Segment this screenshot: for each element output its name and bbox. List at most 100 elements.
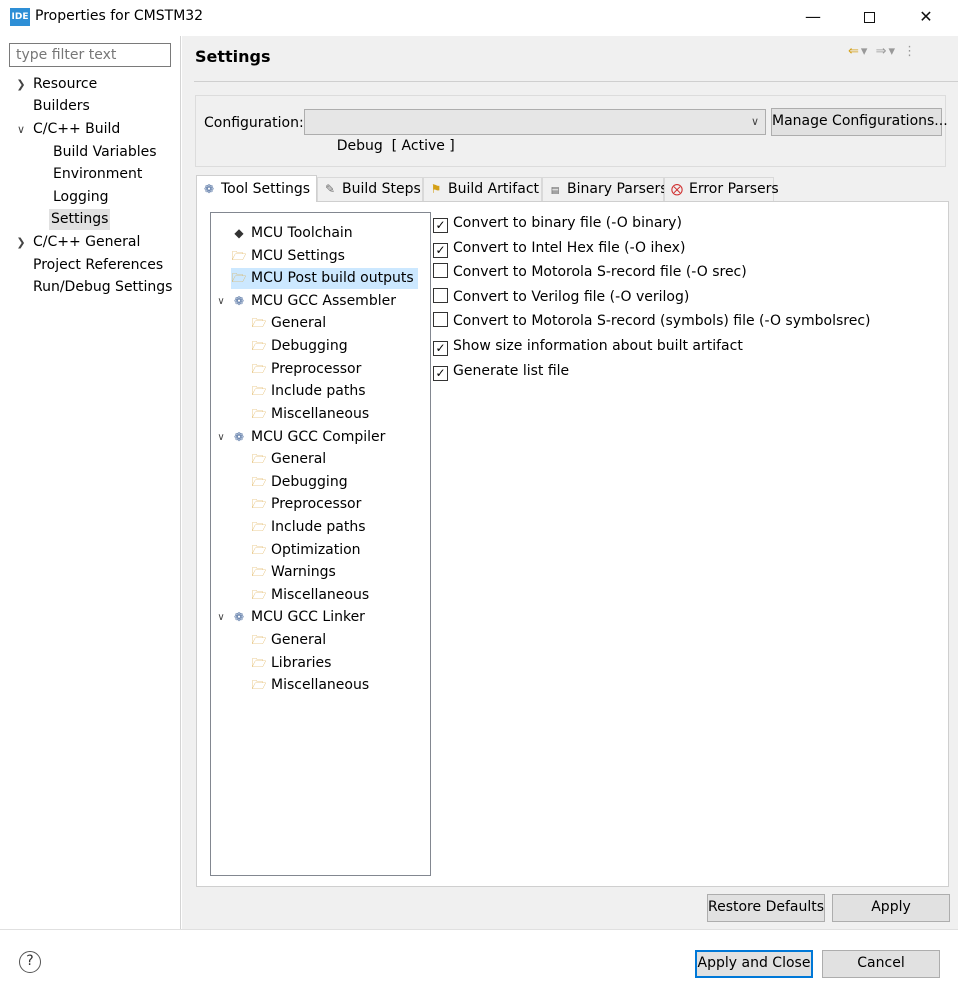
forward-dropdown-icon[interactable]: ▾ xyxy=(888,44,897,59)
tree-item-assembler-debugging[interactable]: 🗁 Debugging xyxy=(251,336,352,357)
tool-settings-panel: ◆ MCU Toolchain 🗁 MCU Settings 🗁 MCU Post b… xyxy=(196,201,949,887)
filter-input[interactable] xyxy=(9,43,171,67)
tree-item-linker-miscellaneous[interactable]: 🗁 Miscellaneous xyxy=(251,675,373,696)
back-dropdown-icon[interactable]: ▾ xyxy=(861,44,870,59)
tab-tool-settings[interactable]: ❁ Tool Settings xyxy=(196,175,317,202)
tree-item-mcu-gcc-compiler[interactable]: ❁ MCU GCC Compiler xyxy=(231,427,389,448)
help-icon[interactable]: ? xyxy=(19,951,41,973)
tree-item-mcu-post-build-outputs[interactable]: 🗁 MCU Post build outputs xyxy=(231,268,418,289)
folder-icon: 🗁 xyxy=(251,543,267,557)
tab-build-steps[interactable]: ✎ Build Steps xyxy=(317,177,423,201)
option-convert-symbolsrec[interactable]: Convert to Motorola S-record (symbols) f… xyxy=(433,310,871,332)
nav-item-cpp-build[interactable]: C/C++ Build xyxy=(31,119,122,140)
nav-item-environment[interactable]: Environment xyxy=(51,164,144,185)
tree-item-assembler-miscellaneous[interactable]: 🗁 Miscellaneous xyxy=(251,404,373,425)
cancel-button[interactable]: Cancel xyxy=(822,950,940,978)
checkbox-unchecked[interactable] xyxy=(433,312,448,327)
build-artifact-icon: ⚑ xyxy=(430,182,442,196)
tree-item-compiler-general[interactable]: 🗁 General xyxy=(251,449,330,470)
configuration-select[interactable]: Debug [ Active ] ∨ xyxy=(304,109,766,154)
tree-item-compiler-include-paths[interactable]: 🗁 Include paths xyxy=(251,517,370,538)
nav-item-builders[interactable]: Builders xyxy=(31,96,92,117)
folder-icon: 🗁 xyxy=(251,407,267,421)
tree-item-compiler-debugging[interactable]: 🗁 Debugging xyxy=(251,472,352,493)
option-convert-verilog[interactable]: Convert to Verilog file (-O verilog) xyxy=(433,286,689,308)
page-title: Settings xyxy=(195,47,271,66)
tree-item-mcu-gcc-linker[interactable]: ❁ MCU GCC Linker xyxy=(231,607,369,628)
configuration-value: Debug [ Active ] xyxy=(336,138,455,154)
checkbox-checked[interactable]: ✓ xyxy=(433,243,448,258)
tool-icon: ❁ xyxy=(233,610,245,624)
forward-arrow-icon[interactable]: ⇒ xyxy=(876,44,889,59)
tree-item-linker-libraries[interactable]: 🗁 Libraries xyxy=(251,653,335,674)
tab-build-artifact[interactable]: ⚑ Build Artifact xyxy=(423,177,542,201)
tree-item-compiler-optimization[interactable]: 🗁 Optimization xyxy=(251,540,365,561)
configuration-group: Configuration: Debug [ Active ] ∨ Manage… xyxy=(195,95,948,167)
nav-item-run-debug-settings[interactable]: Run/Debug Settings xyxy=(31,277,174,298)
tree-item-mcu-gcc-assembler[interactable]: ❁ MCU GCC Assembler xyxy=(231,291,400,312)
view-menu-icon[interactable]: ⋮ xyxy=(903,44,918,59)
settings-page: Settings ⇐▾ ⇒▾ ⋮ Configuration: Debug [ … xyxy=(182,36,958,929)
folder-icon: 🗁 xyxy=(251,656,267,670)
tree-item-mcu-toolchain[interactable]: ◆ MCU Toolchain xyxy=(231,223,357,244)
option-generate-list-file[interactable]: ✓ Generate list file xyxy=(433,360,569,382)
chevron-down-icon[interactable]: ∨ xyxy=(215,607,227,628)
tab-error-parsers[interactable]: ⨂ Error Parsers xyxy=(664,177,779,201)
apply-and-close-button[interactable]: Apply and Close xyxy=(695,950,813,978)
chevron-right-icon[interactable]: ❯ xyxy=(14,74,28,95)
nav-item-resource[interactable]: Resource xyxy=(31,74,99,95)
option-convert-intel-hex[interactable]: ✓ Convert to Intel Hex file (-O ihex) xyxy=(433,237,685,259)
nav-item-project-references[interactable]: Project References xyxy=(31,255,165,276)
tree-item-assembler-preprocessor[interactable]: 🗁 Preprocessor xyxy=(251,359,365,380)
tree-item-compiler-preprocessor[interactable]: 🗁 Preprocessor xyxy=(251,494,365,515)
apply-button[interactable]: Apply xyxy=(832,894,950,922)
back-arrow-icon[interactable]: ⇐ xyxy=(848,44,861,59)
checkbox-unchecked[interactable] xyxy=(433,288,448,303)
chevron-right-icon[interactable]: ❯ xyxy=(14,232,28,253)
option-show-size-info[interactable]: ✓ Show size information about built artif… xyxy=(433,335,743,357)
folder-icon: 🗁 xyxy=(251,565,267,579)
nav-item-settings[interactable]: Settings xyxy=(49,209,111,230)
chevron-down-icon[interactable]: ∨ xyxy=(14,119,28,140)
folder-icon: 🗁 xyxy=(231,271,247,285)
tool-settings-icon: ❁ xyxy=(203,182,215,196)
nav-item-cpp-general[interactable]: C/C++ General xyxy=(31,232,142,253)
tree-item-linker-general[interactable]: 🗁 General xyxy=(251,630,330,651)
nav-item-logging[interactable]: Logging xyxy=(51,187,111,208)
folder-icon: 🗁 xyxy=(251,588,267,602)
checkbox-unchecked[interactable] xyxy=(433,263,448,278)
tree-item-assembler-include-paths[interactable]: 🗁 Include paths xyxy=(251,381,370,402)
maximize-icon xyxy=(863,12,875,23)
tree-item-compiler-miscellaneous[interactable]: 🗁 Miscellaneous xyxy=(251,585,373,606)
manage-configurations-button[interactable]: Manage Configurations... xyxy=(771,108,948,136)
checkbox-checked[interactable]: ✓ xyxy=(433,341,448,356)
folder-icon: 🗁 xyxy=(251,362,267,376)
folder-icon: 🗁 xyxy=(251,520,267,534)
close-icon: ✕ xyxy=(919,7,933,26)
title-bar: IDE Properties for CMSTM32 — ✕ xyxy=(0,0,958,36)
tool-icon: ❁ xyxy=(233,294,245,308)
minimize-icon: — xyxy=(805,7,821,26)
close-button[interactable]: ✕ xyxy=(898,0,954,34)
tab-binary-parsers[interactable]: ▤ Binary Parsers xyxy=(542,177,668,201)
toolchain-icon: ◆ xyxy=(234,226,244,240)
restore-defaults-button[interactable]: Restore Defaults xyxy=(707,894,825,922)
tree-item-assembler-general[interactable]: 🗁 General xyxy=(251,313,330,334)
chevron-down-icon[interactable]: ∨ xyxy=(215,427,227,448)
checkbox-checked[interactable]: ✓ xyxy=(433,218,448,233)
minimize-button[interactable]: — xyxy=(785,0,841,34)
folder-icon: 🗁 xyxy=(251,678,267,692)
tree-item-mcu-settings[interactable]: 🗁 MCU Settings xyxy=(231,246,349,267)
property-page-navigator: ❯ Resource Builders ∨ C/C++ Build Build … xyxy=(0,36,181,929)
tree-item-compiler-warnings[interactable]: 🗁 Warnings xyxy=(251,562,340,583)
checkbox-checked[interactable]: ✓ xyxy=(433,366,448,381)
chevron-down-icon[interactable]: ∨ xyxy=(215,291,227,312)
option-convert-srec[interactable]: Convert to Motorola S-record file (-O sr… xyxy=(433,261,747,283)
build-steps-icon: ✎ xyxy=(324,182,336,196)
option-convert-binary[interactable]: ✓ Convert to binary file (-O binary) xyxy=(433,212,682,234)
header-separator xyxy=(194,81,958,82)
maximize-button[interactable] xyxy=(841,0,897,34)
window-title: Properties for CMSTM32 xyxy=(35,8,204,24)
nav-item-build-variables[interactable]: Build Variables xyxy=(51,142,159,163)
configuration-label: Configuration: xyxy=(204,115,304,131)
